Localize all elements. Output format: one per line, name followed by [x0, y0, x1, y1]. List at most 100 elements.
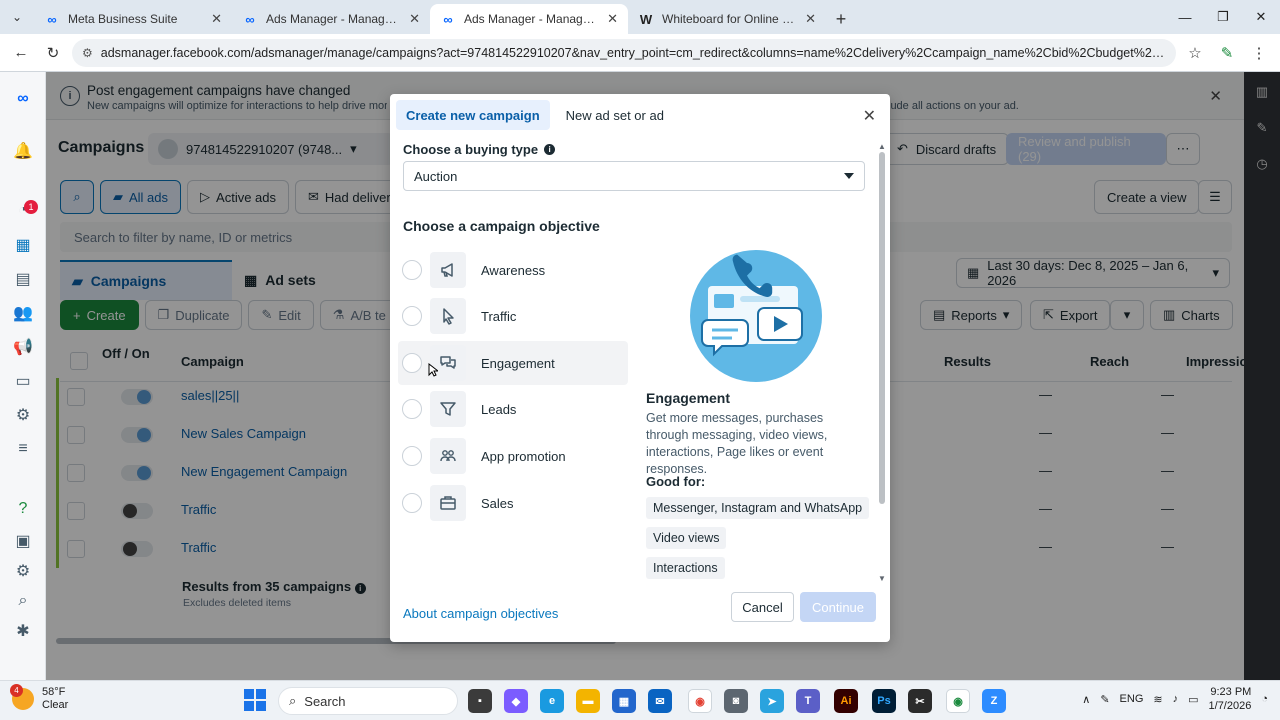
weather-badge: 4 [10, 684, 23, 697]
camera-icon[interactable]: ◙ [724, 689, 748, 713]
reload-icon[interactable]: ↻ [40, 40, 66, 66]
photoshop-icon[interactable]: Ps [872, 689, 896, 713]
objective-awareness[interactable]: Awareness [398, 248, 628, 292]
history-icon[interactable]: ◷ [1254, 156, 1270, 172]
weather-sun-icon: 4 [10, 684, 34, 710]
taskbar-search-input[interactable]: ⌕ Search [278, 687, 458, 715]
copilot-icon[interactable]: ◆ [504, 689, 528, 713]
objective-radio[interactable] [402, 306, 422, 326]
close-icon[interactable]: ✕ [409, 11, 420, 27]
close-icon[interactable]: ✕ [607, 11, 618, 27]
bug-report-icon[interactable]: ✱ [10, 618, 36, 644]
objective-radio[interactable] [402, 493, 422, 513]
windows-start-icon[interactable] [244, 689, 266, 711]
illustrator-icon[interactable]: Ai [834, 689, 858, 713]
weather-widget[interactable]: 4 58°F Clear [10, 684, 68, 712]
back-icon[interactable]: ← [8, 40, 34, 66]
buying-type-select[interactable]: Auction [403, 161, 865, 191]
objective-radio[interactable] [402, 353, 422, 373]
megaphone-icon [430, 252, 466, 288]
chart-icon[interactable]: ▥ [1254, 84, 1270, 100]
good-for-label: Good for: [646, 474, 706, 489]
right-side-rail: ▥ ✎ ◷ [1244, 72, 1280, 680]
search-icon[interactable]: ⌕ [10, 588, 36, 614]
objective-label: Leads [481, 401, 517, 417]
new-tab-button[interactable]: + [826, 4, 856, 34]
help-icon[interactable]: ? [10, 496, 36, 522]
browser-tab-ads-manager-2[interactable]: ∞ Ads Manager - Manage ads - C ✕ [430, 4, 628, 34]
teams-icon[interactable]: T [796, 689, 820, 713]
notifications-icon[interactable]: ◔ [1261, 693, 1268, 705]
chevron-up-icon[interactable]: ∧ [1082, 693, 1090, 706]
dialog-scrollbar[interactable]: ▲ ▼ [878, 142, 886, 583]
scrollbar-thumb[interactable] [879, 152, 885, 504]
people-icon [430, 438, 466, 474]
zoom-icon[interactable]: Z [982, 689, 1006, 713]
capcut-icon[interactable]: ✂ [908, 689, 932, 713]
speaker-icon[interactable]: ♪ [1173, 693, 1179, 705]
store-icon[interactable]: ▦ [612, 689, 636, 713]
cancel-button[interactable]: Cancel [731, 592, 794, 622]
reports-icon[interactable]: ▣ [10, 528, 36, 554]
pencil-icon[interactable]: ✎ [1254, 120, 1270, 136]
dialog-footer: About campaign objectives Cancel Continu… [390, 588, 890, 642]
notifications-bell-icon[interactable]: 🔔 [10, 138, 36, 164]
tab-label: Ads Manager - Manage ads - C [266, 12, 402, 26]
objective-radio[interactable] [402, 260, 422, 280]
close-icon[interactable]: ✕ [863, 106, 876, 126]
audiences-icon[interactable]: 👥 [10, 300, 36, 326]
billing-icon[interactable]: ▭ [10, 368, 36, 394]
battery-icon[interactable]: ▭ [1188, 693, 1198, 706]
objective-radio[interactable] [402, 446, 422, 466]
browser-tab-ads-manager-1[interactable]: ∞ Ads Manager - Manage ads - C ✕ [232, 4, 430, 34]
create-campaign-dialog: Create new campaign New ad set or ad ✕ ▲… [390, 94, 890, 642]
continue-button[interactable]: Continue [800, 592, 876, 622]
browser-tab-whiteboard[interactable]: W Whiteboard for Online Collabo ✕ [628, 4, 826, 34]
settings-gear-icon[interactable]: ⚙ [10, 558, 36, 584]
scroll-down-icon[interactable]: ▼ [878, 574, 886, 583]
bookmark-star-icon[interactable]: ☆ [1182, 40, 1208, 66]
chrome-profile-icon[interactable]: ◉ [946, 689, 970, 713]
close-icon[interactable]: ✕ [211, 11, 222, 27]
meta-logo-icon[interactable]: ∞ [10, 86, 36, 112]
objective-traffic[interactable]: Traffic [398, 294, 628, 338]
close-window-icon[interactable]: ✕ [1242, 0, 1280, 34]
minimize-icon[interactable]: — [1166, 0, 1204, 34]
info-icon[interactable]: i [544, 144, 556, 155]
url-field[interactable]: ⚙ adsmanager.facebook.com/adsmanager/man… [72, 38, 1176, 67]
task-view-icon[interactable]: ▪ [468, 689, 492, 713]
close-icon[interactable]: ✕ [805, 11, 816, 27]
wifi-icon[interactable]: ≋ [1153, 693, 1162, 706]
extension-icon[interactable]: ✎ [1214, 40, 1240, 66]
tab-search-icon[interactable]: ⌄ [0, 0, 34, 34]
engagement-illustration [688, 246, 824, 382]
tab-new-ad-set-or-ad[interactable]: New ad set or ad [556, 100, 674, 130]
telegram-icon[interactable]: ➤ [760, 689, 784, 713]
about-campaign-objectives-link[interactable]: About campaign objectives [403, 606, 558, 621]
objective-app-promotion[interactable]: App promotion [398, 434, 628, 478]
browser-menu-icon[interactable]: ⋮ [1246, 40, 1272, 66]
browser-tab-meta-business-suite[interactable]: ∞ Meta Business Suite ✕ [34, 4, 232, 34]
scroll-up-icon[interactable]: ▲ [878, 142, 886, 151]
language-indicator[interactable]: ENG [1120, 693, 1144, 705]
buying-type-value: Auction [414, 168, 458, 184]
objective-radio[interactable] [402, 399, 422, 419]
file-explorer-icon[interactable]: ▬ [576, 689, 600, 713]
objective-sales[interactable]: Sales [398, 481, 628, 525]
clock[interactable]: 9:23 PM 1/7/2026 [1209, 685, 1252, 713]
maximize-icon[interactable]: ❐ [1204, 0, 1242, 34]
pages-icon[interactable]: ▤ [10, 266, 36, 292]
site-info-icon[interactable]: ⚙ [82, 46, 93, 60]
objective-leads[interactable]: Leads [398, 387, 628, 431]
outlook-icon[interactable]: ✉ [648, 689, 672, 713]
megaphone-icon[interactable]: 📢 [10, 334, 36, 360]
network-pen-icon[interactable]: ✎ [1100, 693, 1109, 706]
campaigns-table-icon[interactable]: ▦ [10, 232, 36, 258]
business-settings-icon[interactable]: ⚙ [10, 402, 36, 428]
all-tools-icon[interactable]: ≡ [10, 436, 36, 462]
objective-label: Engagement [481, 355, 555, 371]
edge-icon[interactable]: e [540, 689, 564, 713]
tab-create-new-campaign[interactable]: Create new campaign [396, 100, 550, 130]
chrome-icon[interactable]: ◉ [688, 689, 712, 713]
clock-time: 9:23 PM [1210, 686, 1252, 698]
